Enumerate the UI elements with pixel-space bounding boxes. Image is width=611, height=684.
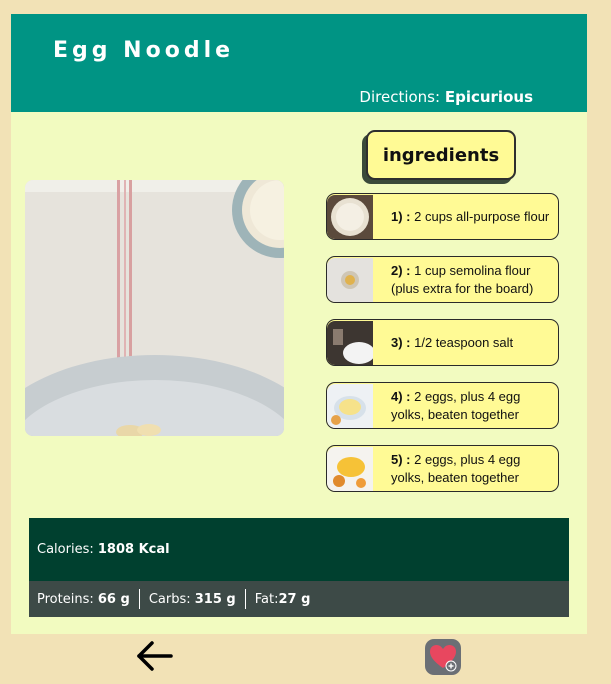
calories-row: Calories: 1808 Kcal (29, 518, 569, 581)
directions-line[interactable]: Directions: Epicurious (359, 88, 533, 106)
ingredient-item[interactable]: 1) : 2 cups all-purpose flour (326, 193, 559, 240)
ingredients-button[interactable]: ingredients (366, 130, 516, 180)
nutrition-panel: Calories: 1808 Kcal Proteins: 66 g Carbs… (29, 518, 569, 617)
back-button[interactable] (135, 638, 175, 674)
fat-label: Fat: (254, 591, 279, 607)
favorite-button[interactable] (425, 639, 461, 675)
ingredient-number: 2) : (391, 262, 411, 278)
calories-value: 1808 Kcal (97, 542, 170, 557)
recipe-card: Egg Noodle Directions: Epicurious ingred… (11, 14, 587, 634)
ingredient-item[interactable]: 4) : 2 eggs, plus 4 egg yolks, beaten to… (326, 382, 559, 429)
divider (244, 589, 246, 609)
directions-label: Directions: (359, 88, 441, 106)
fat-value: 27 g (278, 591, 311, 607)
ingredients-list: 1) : 2 cups all-purpose flour 2) : 1 cup… (326, 193, 559, 508)
proteins-label: Proteins: (37, 591, 94, 607)
directions-source-link[interactable]: Epicurious (445, 88, 533, 106)
ingredient-number: 3) : (391, 334, 411, 350)
recipe-photo (25, 180, 284, 436)
heart-add-icon (430, 645, 457, 672)
ingredient-description: 2 eggs, plus 4 egg yolks, beaten togethe… (391, 388, 521, 422)
ingredient-description: 1/2 teaspoon salt (414, 334, 514, 350)
carbs-label: Carbs: (148, 591, 191, 607)
noodle-photo-image (25, 180, 284, 436)
divider (138, 589, 140, 609)
ingredient-description: 2 cups all-purpose flour (414, 208, 550, 224)
egg-yolk-thumbnail (327, 446, 373, 491)
macros-row: Proteins: 66 g Carbs: 315 g Fat: 27 g (29, 581, 569, 617)
ingredient-text: 5) : 2 eggs, plus 4 egg yolks, beaten to… (391, 451, 558, 487)
ingredient-number: 1) : (391, 208, 411, 224)
egg-bowl-thumbnail (327, 383, 373, 428)
semolina-thumbnail (327, 257, 373, 302)
calories-label: Calories: (37, 542, 94, 557)
ingredient-text: 1) : 2 cups all-purpose flour (391, 208, 553, 226)
ingredient-item[interactable]: 2) : 1 cup semolina flour (plus extra fo… (326, 256, 559, 303)
recipe-title: Egg Noodle (53, 38, 235, 63)
ingredient-item[interactable]: 3) : 1/2 teaspoon salt (326, 319, 559, 366)
ingredient-text: 2) : 1 cup semolina flour (plus extra fo… (391, 262, 558, 298)
carbs-value: 315 g (194, 591, 236, 607)
proteins-value: 66 g (97, 591, 130, 607)
ingredient-description: 1 cup semolina flour (plus extra for the… (391, 262, 534, 296)
flour-bowl-thumbnail (327, 194, 373, 239)
back-arrow-icon (137, 641, 173, 671)
salt-thumbnail (327, 320, 373, 365)
ingredient-description: 2 eggs, plus 4 egg yolks, beaten togethe… (391, 451, 521, 485)
ingredient-text: 3) : 1/2 teaspoon salt (391, 334, 517, 352)
recipe-header: Egg Noodle Directions: Epicurious (11, 14, 587, 112)
ingredient-number: 5) : (391, 451, 411, 467)
ingredient-number: 4) : (391, 388, 411, 404)
ingredient-item[interactable]: 5) : 2 eggs, plus 4 egg yolks, beaten to… (326, 445, 559, 492)
ingredient-text: 4) : 2 eggs, plus 4 egg yolks, beaten to… (391, 388, 558, 424)
